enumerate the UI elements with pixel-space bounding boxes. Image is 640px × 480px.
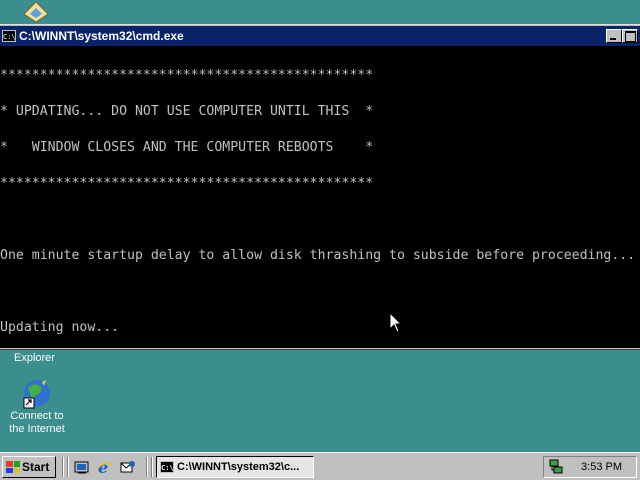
console-blank [0,214,640,226]
windows-logo-icon [6,461,20,473]
cmd-icon: C:\ [160,461,174,473]
taskbar-button-cmd[interactable]: C:\ C:\WINNT\system32\c... [156,456,314,478]
taskbar: Start e C:\ C:\WINNT\system32\c... 3:53 … [0,452,640,480]
taskbar-separator [151,457,153,477]
desktop-icon-label-connect: Connect to the Internet [9,410,65,435]
maximize-button[interactable] [622,29,638,43]
window-titlebar[interactable]: C:\ C:\WINNT\system32\cmd.exe [0,26,640,46]
start-button[interactable]: Start [2,456,56,478]
cmd-window[interactable]: C:\ C:\WINNT\system32\cmd.exe **********… [0,24,640,350]
taskbar-separator [67,457,69,477]
desktop-icon-connect[interactable]: Connect to the Internet [4,376,70,436]
folder-icon [23,1,49,22]
console-line: ****************************************… [0,68,374,83]
system-tray: 3:53 PM [543,456,637,478]
console-line: ****************************************… [0,176,374,191]
console-line: One minute startup delay to allow disk t… [0,248,636,263]
start-label: Start [22,460,50,474]
show-desktop-icon[interactable] [74,459,90,475]
console-line: Updating now... [0,320,120,335]
outlook-express-icon[interactable] [120,459,136,475]
console-line: * UPDATING... DO NOT USE COMPUTER UNTIL … [0,104,374,119]
connect-to-internet-icon [23,380,50,409]
console-line: * WINDOW CLOSES AND THE COMPUTER REBOOTS… [0,140,374,155]
internet-explorer-icon[interactable]: e [97,459,113,475]
taskbar-button-label: C:\WINNT\system32\c... [177,461,300,473]
minimize-button[interactable] [606,29,622,43]
window-title: C:\WINNT\system32\cmd.exe [19,29,184,43]
desktop-icon-top[interactable] [20,0,52,22]
console-output[interactable]: ****************************************… [0,46,640,348]
network-icon[interactable] [548,459,564,475]
taskbar-separator [146,457,148,477]
cmd-icon: C:\ [2,30,16,42]
console-blank [0,286,640,298]
mouse-pointer-icon [390,313,402,333]
taskbar-separator [62,457,64,477]
clock[interactable]: 3:53 PM [581,461,622,473]
desktop-icon-label-explorer: Explorer [14,352,55,364]
